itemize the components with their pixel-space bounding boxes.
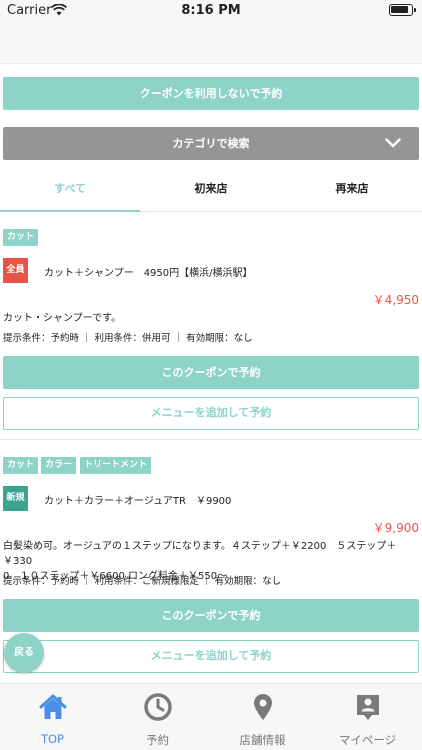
status-time: 8:16 PM: [181, 3, 241, 18]
divider: [0, 439, 422, 440]
navigation-bar: [0, 22, 422, 64]
add-menu-reserve-button[interactable]: メニューを追加して予約: [3, 640, 419, 673]
person-badge-icon: [357, 695, 379, 720]
coupon-conditions: 提示条件：予約時 ｜ 利用条件：併用可 ｜ 有効期限：なし: [3, 333, 253, 344]
tab-first-visit[interactable]: 初来店: [141, 170, 281, 212]
coupon-tag: カラー: [41, 457, 77, 474]
chevron-down-icon: [385, 138, 401, 148]
status-bar: Carrier 8:16 PM: [0, 0, 422, 22]
category-search-bar[interactable]: カテゴリで検索: [3, 127, 419, 160]
bottom-tab-label: 店舗情報: [239, 733, 286, 747]
coupon-badge: 新規: [3, 486, 28, 511]
coupon-price: ￥4,950: [372, 293, 419, 307]
coupon-description-line: 白髪染め可。オージュアの１ステップになります。４ステップ＋￥2200 ５ステップ…: [3, 541, 397, 567]
bottom-tab-top[interactable]: TOP: [0, 684, 105, 750]
visit-type-tabs: すべて 初来店 再来店: [0, 170, 422, 212]
coupon-description: カット・シャンプーです。: [3, 311, 419, 326]
tab-repeat-visit[interactable]: 再来店: [282, 170, 422, 212]
bottom-tab-label: マイページ: [338, 733, 397, 747]
bottom-tab-reservation[interactable]: 予約: [105, 684, 210, 750]
bottom-tab-mypage[interactable]: マイページ: [315, 684, 420, 750]
reserve-with-coupon-button[interactable]: このクーポンで予約: [3, 356, 419, 389]
battery-icon: [389, 4, 416, 16]
coupon-tag: カット: [3, 229, 39, 246]
coupon-badge: 全員: [3, 258, 28, 283]
coupon-price: ￥9,900: [372, 521, 419, 535]
tab-all[interactable]: すべて: [0, 170, 140, 212]
reserve-without-coupon-button[interactable]: クーポンを利用しないで予約: [3, 77, 419, 110]
category-search-label: カテゴリで検索: [172, 137, 250, 150]
coupon-title: カット＋シャンプー 4950円【横浜/横浜駅】: [44, 268, 253, 279]
coupon-tag: トリートメント: [80, 457, 152, 474]
clock-icon: [144, 693, 172, 721]
bottom-tab-label: TOP: [40, 732, 64, 746]
bottom-tab-label: 予約: [146, 733, 169, 747]
add-menu-reserve-button[interactable]: メニューを追加して予約: [3, 397, 419, 430]
coupon-tag: カット: [3, 457, 39, 474]
bottom-tab-bar: TOP 予約 店舗情報 マイページ: [0, 683, 422, 750]
reserve-with-coupon-button[interactable]: このクーポンで予約: [3, 599, 419, 632]
home-icon: [39, 694, 67, 719]
coupon-conditions: 提示条件：予約時 ｜ 利用条件：ご新規様限定 ｜ 有効期限：なし: [3, 576, 282, 587]
back-button[interactable]: 戻る: [4, 633, 44, 673]
map-pin-icon: [254, 694, 272, 720]
bottom-tab-store-info[interactable]: 店舗情報: [210, 684, 315, 750]
coupon-description-line: カット・シャンプーです。: [3, 313, 122, 324]
coupon-title: カット＋カラー＋オージュアTR ￥9900: [44, 496, 232, 507]
